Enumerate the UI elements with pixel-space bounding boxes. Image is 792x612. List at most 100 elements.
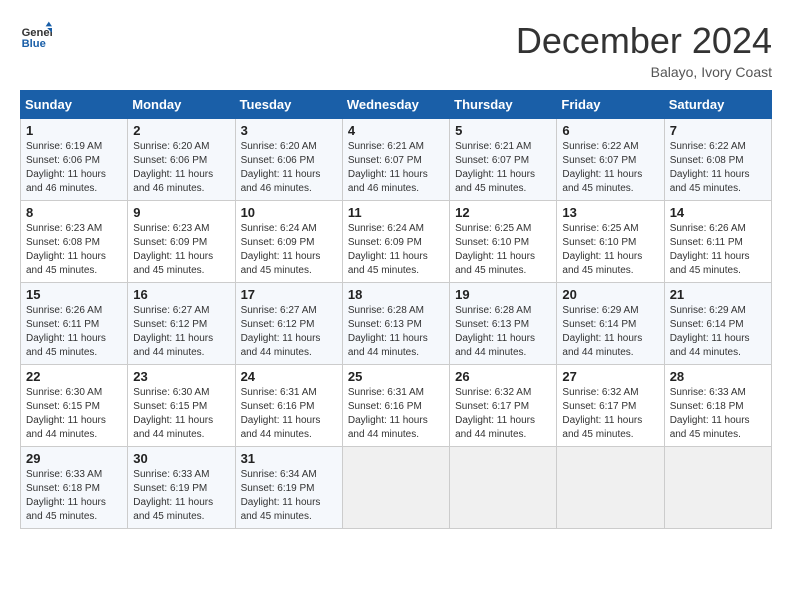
calendar-week-row: 1Sunrise: 6:19 AMSunset: 6:06 PMDaylight… xyxy=(21,119,772,201)
day-number: 24 xyxy=(241,369,337,384)
calendar-cell: 4 Sunrise: 6:21 AMSunset: 6:07 PMDaylight… xyxy=(342,119,449,201)
day-info: Sunrise: 6:30 AMSunset: 6:15 PMDaylight:… xyxy=(133,386,229,442)
weekday-header-tuesday: Tuesday xyxy=(235,91,342,119)
day-number: 31 xyxy=(241,451,337,466)
calendar-cell xyxy=(342,447,449,529)
day-number: 26 xyxy=(455,369,551,384)
day-info: Sunrise: 6:30 AMSunset: 6:15 PMDaylight:… xyxy=(26,386,122,442)
weekday-header-friday: Friday xyxy=(557,91,664,119)
calendar-cell: 16 Sunrise: 6:27 AMSunset: 6:12 PMDayligh… xyxy=(128,283,235,365)
calendar-cell: 10 Sunrise: 6:24 AMSunset: 6:09 PMDayligh… xyxy=(235,201,342,283)
location: Balayo, Ivory Coast xyxy=(516,64,772,80)
day-info: Sunrise: 6:24 AMSunset: 6:09 PMDaylight:… xyxy=(241,222,337,278)
calendar-cell: 29 Sunrise: 6:33 AMSunset: 6:18 PMDayligh… xyxy=(21,447,128,529)
calendar-cell: 14 Sunrise: 6:26 AMSunset: 6:11 PMDayligh… xyxy=(664,201,771,283)
day-info: Sunrise: 6:32 AMSunset: 6:17 PMDaylight:… xyxy=(562,386,658,442)
day-number: 10 xyxy=(241,205,337,220)
weekday-header-thursday: Thursday xyxy=(450,91,557,119)
day-info: Sunrise: 6:21 AMSunset: 6:07 PMDaylight:… xyxy=(348,140,444,196)
calendar-cell: 2 Sunrise: 6:20 AMSunset: 6:06 PMDaylight… xyxy=(128,119,235,201)
weekday-header-wednesday: Wednesday xyxy=(342,91,449,119)
weekday-header-saturday: Saturday xyxy=(664,91,771,119)
day-info: Sunrise: 6:24 AMSunset: 6:09 PMDaylight:… xyxy=(348,222,444,278)
day-info: Sunrise: 6:25 AMSunset: 6:10 PMDaylight:… xyxy=(562,222,658,278)
day-number: 19 xyxy=(455,287,551,302)
day-info: Sunrise: 6:26 AMSunset: 6:11 PMDaylight:… xyxy=(670,222,766,278)
day-info: Sunrise: 6:26 AMSunset: 6:11 PMDaylight:… xyxy=(26,304,122,360)
day-number: 15 xyxy=(26,287,122,302)
calendar-cell: 21 Sunrise: 6:29 AMSunset: 6:14 PMDayligh… xyxy=(664,283,771,365)
calendar-cell: 7 Sunrise: 6:22 AMSunset: 6:08 PMDaylight… xyxy=(664,119,771,201)
day-info: Sunrise: 6:19 AMSunset: 6:06 PMDaylight:… xyxy=(26,140,122,196)
day-number: 20 xyxy=(562,287,658,302)
logo: General Blue xyxy=(20,20,52,52)
calendar-cell: 31Sunrise: 6:34 AMSunset: 6:19 PMDayligh… xyxy=(235,447,342,529)
day-number: 4 xyxy=(348,123,444,138)
day-number: 21 xyxy=(670,287,766,302)
day-info: Sunrise: 6:33 AMSunset: 6:18 PMDaylight:… xyxy=(26,468,122,524)
calendar-cell: 9Sunrise: 6:23 AMSunset: 6:09 PMDaylight… xyxy=(128,201,235,283)
weekday-header-sunday: Sunday xyxy=(21,91,128,119)
calendar-cell: 8 Sunrise: 6:23 AMSunset: 6:08 PMDaylight… xyxy=(21,201,128,283)
svg-text:General: General xyxy=(22,27,52,39)
calendar-cell xyxy=(664,447,771,529)
calendar-cell: 1Sunrise: 6:19 AMSunset: 6:06 PMDaylight… xyxy=(21,119,128,201)
day-info: Sunrise: 6:23 AMSunset: 6:08 PMDaylight:… xyxy=(26,222,122,278)
day-number: 23 xyxy=(133,369,229,384)
weekday-header-row: SundayMondayTuesdayWednesdayThursdayFrid… xyxy=(21,91,772,119)
day-info: Sunrise: 6:21 AMSunset: 6:07 PMDaylight:… xyxy=(455,140,551,196)
calendar-cell: 23 Sunrise: 6:30 AMSunset: 6:15 PMDayligh… xyxy=(128,365,235,447)
day-number: 13 xyxy=(562,205,658,220)
day-info: Sunrise: 6:29 AMSunset: 6:14 PMDaylight:… xyxy=(670,304,766,360)
day-number: 6 xyxy=(562,123,658,138)
day-info: Sunrise: 6:22 AMSunset: 6:07 PMDaylight:… xyxy=(562,140,658,196)
day-number: 28 xyxy=(670,369,766,384)
day-number: 18 xyxy=(348,287,444,302)
day-number: 3 xyxy=(241,123,337,138)
day-info: Sunrise: 6:20 AMSunset: 6:06 PMDaylight:… xyxy=(133,140,229,196)
day-info: Sunrise: 6:27 AMSunset: 6:12 PMDaylight:… xyxy=(241,304,337,360)
calendar-cell: 13 Sunrise: 6:25 AMSunset: 6:10 PMDayligh… xyxy=(557,201,664,283)
day-info: Sunrise: 6:31 AMSunset: 6:16 PMDaylight:… xyxy=(241,386,337,442)
day-info: Sunrise: 6:22 AMSunset: 6:08 PMDaylight:… xyxy=(670,140,766,196)
day-number: 22 xyxy=(26,369,122,384)
day-number: 14 xyxy=(670,205,766,220)
calendar-table: SundayMondayTuesdayWednesdayThursdayFrid… xyxy=(20,90,772,529)
logo-icon: General Blue xyxy=(20,20,52,52)
day-info: Sunrise: 6:25 AMSunset: 6:10 PMDaylight:… xyxy=(455,222,551,278)
day-number: 16 xyxy=(133,287,229,302)
calendar-cell: 6 Sunrise: 6:22 AMSunset: 6:07 PMDaylight… xyxy=(557,119,664,201)
day-info: Sunrise: 6:33 AMSunset: 6:18 PMDaylight:… xyxy=(670,386,766,442)
calendar-week-row: 15 Sunrise: 6:26 AMSunset: 6:11 PMDayligh… xyxy=(21,283,772,365)
calendar-cell xyxy=(557,447,664,529)
day-info: Sunrise: 6:29 AMSunset: 6:14 PMDaylight:… xyxy=(562,304,658,360)
calendar-cell: 5Sunrise: 6:21 AMSunset: 6:07 PMDaylight… xyxy=(450,119,557,201)
day-number: 8 xyxy=(26,205,122,220)
calendar-cell: 25Sunrise: 6:31 AMSunset: 6:16 PMDayligh… xyxy=(342,365,449,447)
calendar-cell: 11Sunrise: 6:24 AMSunset: 6:09 PMDayligh… xyxy=(342,201,449,283)
calendar-week-row: 22 Sunrise: 6:30 AMSunset: 6:15 PMDayligh… xyxy=(21,365,772,447)
day-number: 25 xyxy=(348,369,444,384)
calendar-cell: 24 Sunrise: 6:31 AMSunset: 6:16 PMDayligh… xyxy=(235,365,342,447)
calendar-cell: 3 Sunrise: 6:20 AMSunset: 6:06 PMDaylight… xyxy=(235,119,342,201)
header: General Blue December 2024 Balayo, Ivory… xyxy=(20,20,772,80)
calendar-cell: 22 Sunrise: 6:30 AMSunset: 6:15 PMDayligh… xyxy=(21,365,128,447)
day-number: 2 xyxy=(133,123,229,138)
calendar-cell: 18 Sunrise: 6:28 AMSunset: 6:13 PMDayligh… xyxy=(342,283,449,365)
calendar-cell: 26Sunrise: 6:32 AMSunset: 6:17 PMDayligh… xyxy=(450,365,557,447)
day-info: Sunrise: 6:27 AMSunset: 6:12 PMDaylight:… xyxy=(133,304,229,360)
day-info: Sunrise: 6:20 AMSunset: 6:06 PMDaylight:… xyxy=(241,140,337,196)
day-number: 29 xyxy=(26,451,122,466)
calendar-cell xyxy=(450,447,557,529)
calendar-week-row: 29 Sunrise: 6:33 AMSunset: 6:18 PMDayligh… xyxy=(21,447,772,529)
day-number: 30 xyxy=(133,451,229,466)
day-info: Sunrise: 6:28 AMSunset: 6:13 PMDaylight:… xyxy=(348,304,444,360)
day-number: 7 xyxy=(670,123,766,138)
day-number: 9 xyxy=(133,205,229,220)
weekday-header-monday: Monday xyxy=(128,91,235,119)
svg-text:Blue: Blue xyxy=(22,38,46,50)
day-info: Sunrise: 6:33 AMSunset: 6:19 PMDaylight:… xyxy=(133,468,229,524)
calendar-cell: 19 Sunrise: 6:28 AMSunset: 6:13 PMDayligh… xyxy=(450,283,557,365)
calendar-cell: 15 Sunrise: 6:26 AMSunset: 6:11 PMDayligh… xyxy=(21,283,128,365)
day-info: Sunrise: 6:28 AMSunset: 6:13 PMDaylight:… xyxy=(455,304,551,360)
